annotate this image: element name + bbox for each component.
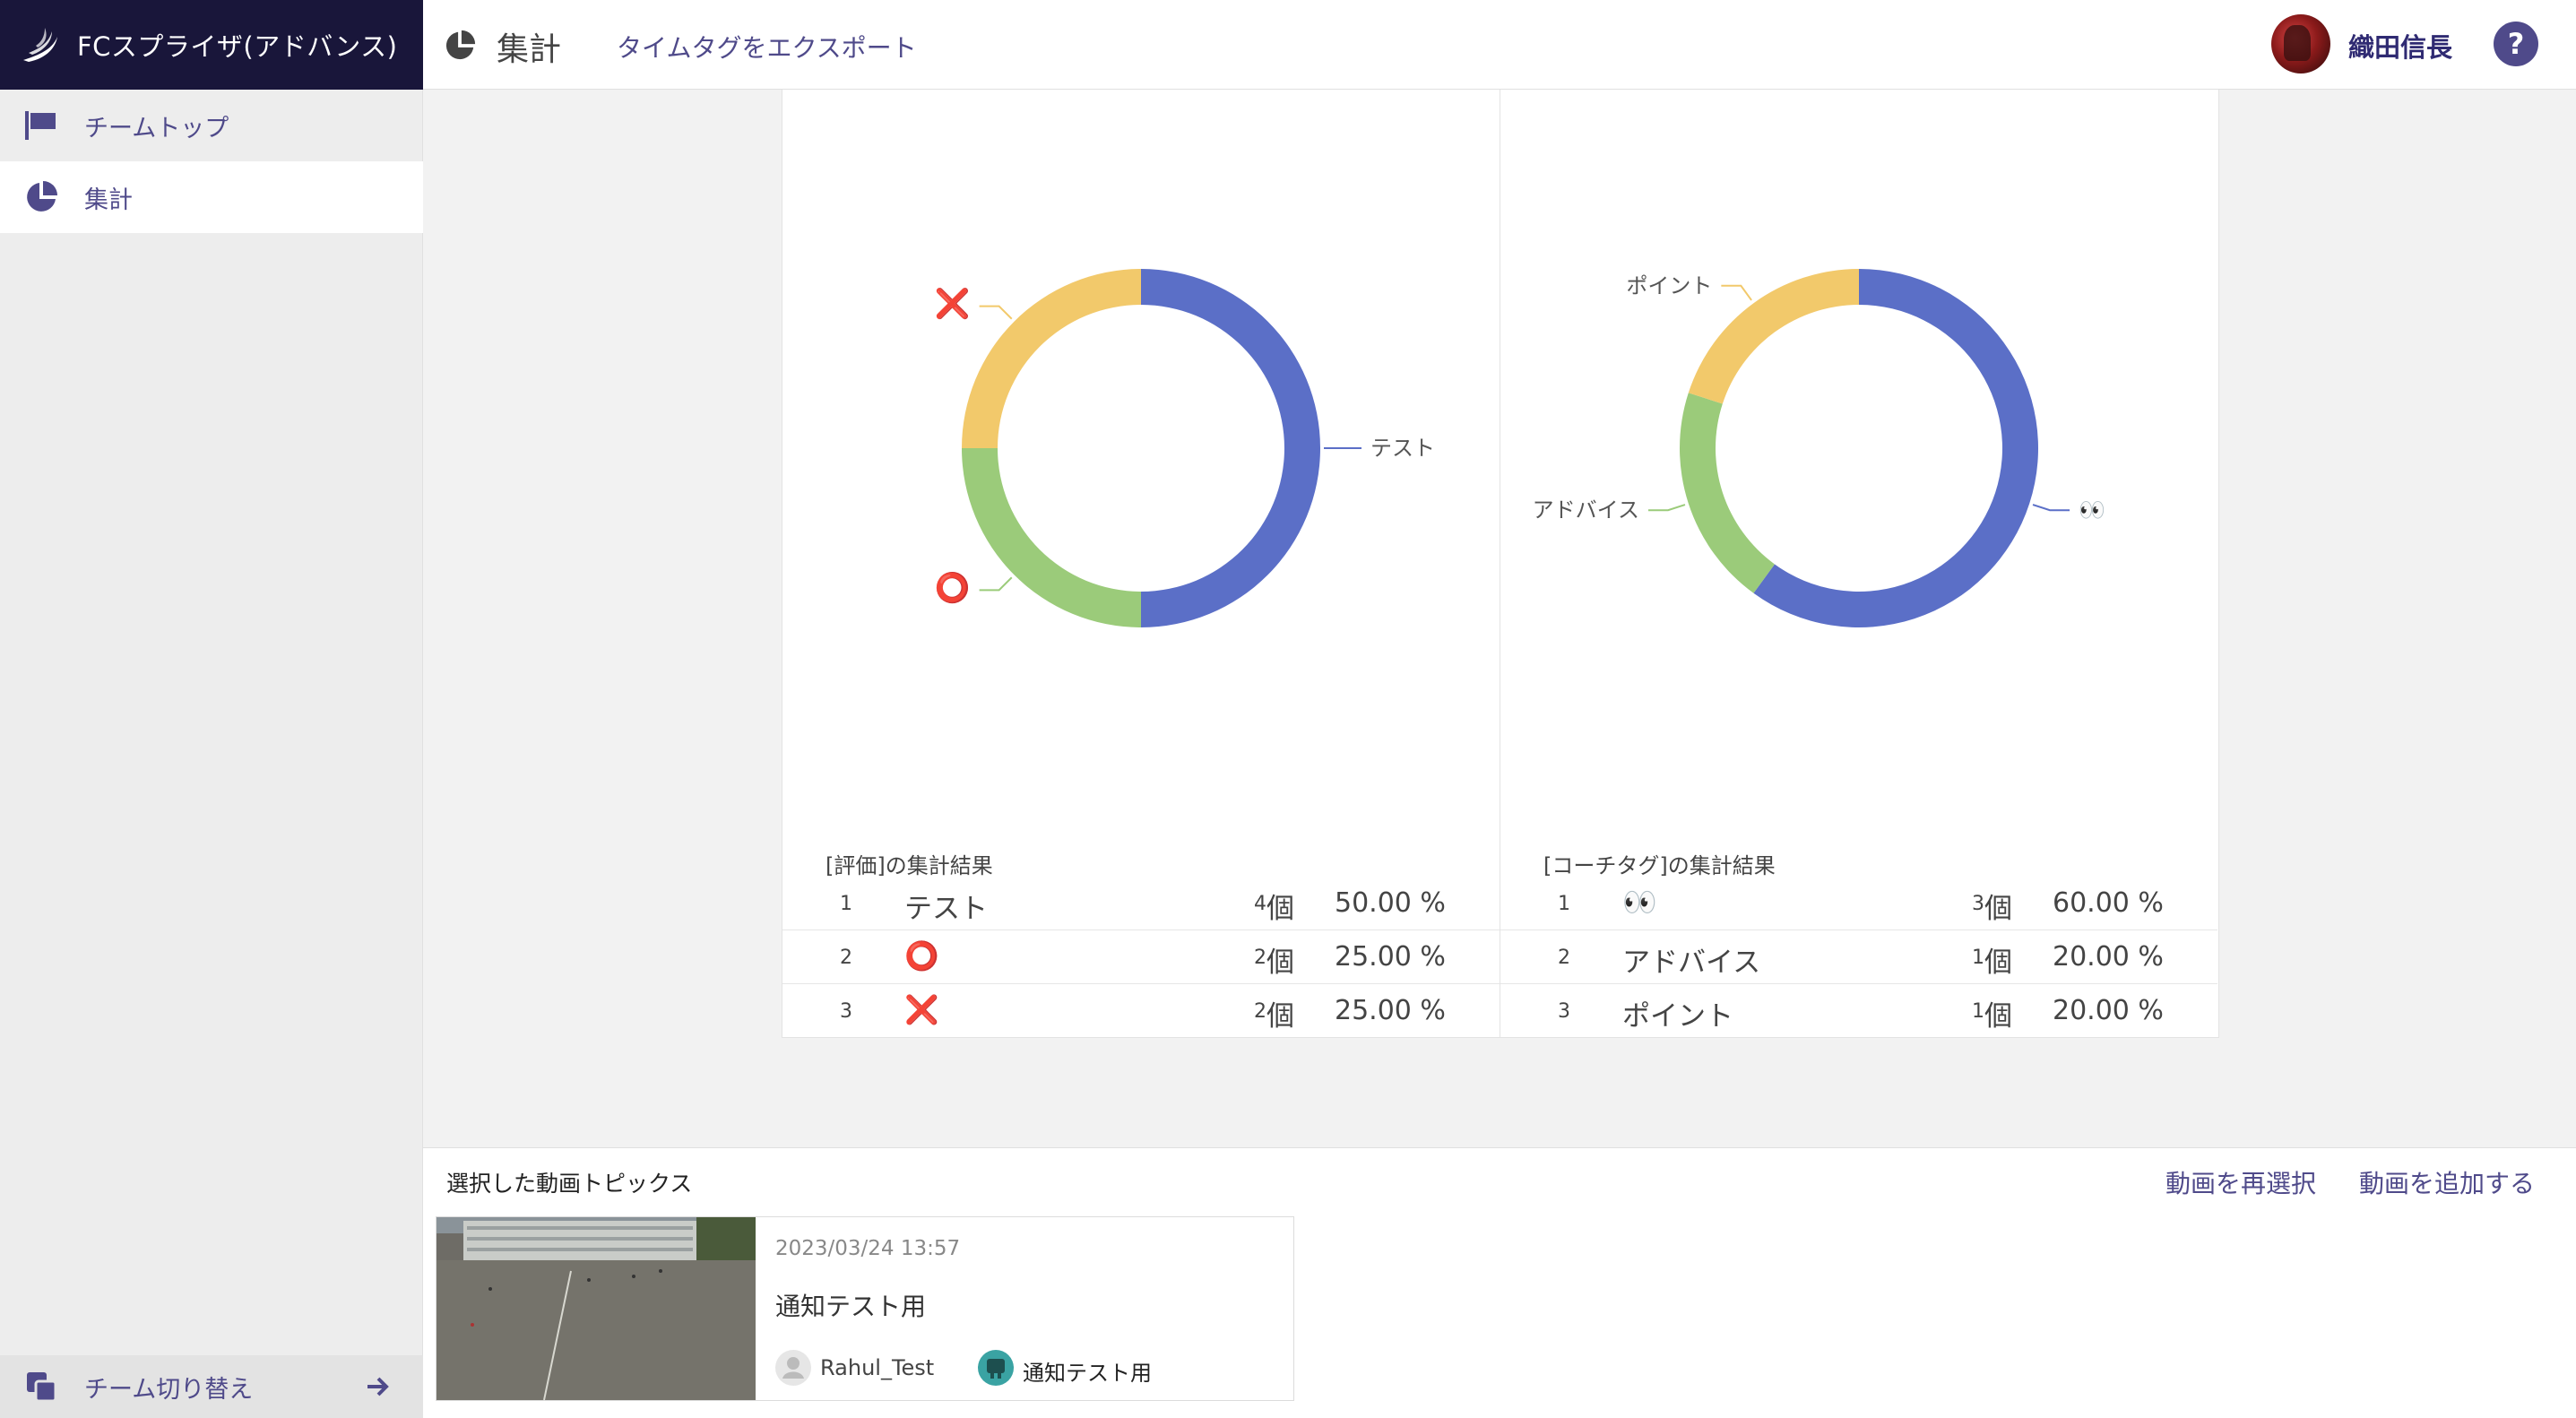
sidebar-item-team-top[interactable]: チームトップ <box>0 90 423 161</box>
percent: 20.00 % <box>2053 941 2164 973</box>
sidebar: FCスプライザ(アドバンス) チームトップ 集計 チーム切り替え <box>0 0 423 1418</box>
table-row: 2 ⭕ 2 個 25.00 % <box>782 930 1500 984</box>
rank: 2 <box>840 947 852 969</box>
rank: 2 <box>1558 947 1570 969</box>
rank: 1 <box>840 893 852 915</box>
table-row: 1 👀 3 個 60.00 % <box>1500 877 2217 930</box>
coach-tag-slice-label-3: ポイント <box>1626 273 1712 298</box>
rank: 1 <box>1558 893 1570 915</box>
video-group: 通知テスト用 <box>1023 1361 1152 1386</box>
percent: 20.00 % <box>2053 995 2164 1026</box>
evaluation-leader-3 <box>979 305 1013 320</box>
evaluation-slice-label-1: テスト <box>1370 436 1435 461</box>
table-row: 3 ポイント 1 個 20.00 % <box>1500 984 2217 1038</box>
video-thumbnail <box>437 1217 756 1400</box>
page-title: 集計 <box>497 31 562 68</box>
label: ポイント <box>1622 1000 1733 1033</box>
coach-tag-result-title: [コーチタグ]の集計結果 <box>1543 853 1776 878</box>
unit: 個 <box>1984 947 2012 979</box>
brand-bar[interactable]: FCスプライザ(アドバンス) <box>0 0 423 90</box>
summary-panel: テスト ⭕ ❌ 👀 アドバイス ポイント [評価]の集計結果 1 テスト 4 個 50.… <box>782 90 2219 1038</box>
evaluation-slice-2 <box>962 448 1141 627</box>
coach-tag-slice-3 <box>1688 269 1859 404</box>
pie-chart-icon <box>445 30 476 60</box>
count: 3 <box>1972 893 1984 915</box>
sidebar-item-summary[interactable]: 集計 <box>0 161 423 233</box>
coach-tag-leader-2 <box>1647 504 1686 512</box>
evaluation-slice-3 <box>962 269 1141 448</box>
video-date: 2023/03/24 13:57 <box>775 1237 961 1260</box>
count: 2 <box>1254 1000 1266 1023</box>
coach-tag-leader-3 <box>1721 284 1752 301</box>
coach-tag-donut-chart: 👀 アドバイス ポイント <box>1533 269 2105 628</box>
table-row: 3 ❌ 2 個 25.00 % <box>782 984 1500 1038</box>
coach-tag-result-table: 1 👀 3 個 60.00 % 2 アドバイス 1 個 20.00 % 3 ポイ… <box>1500 877 2217 1038</box>
coach-tag-slice-2 <box>1680 393 1775 593</box>
percent: 60.00 % <box>2053 887 2164 919</box>
unit: 個 <box>1984 893 2012 925</box>
label: 👀 <box>1622 886 1657 919</box>
sidebar-item-label: 集計 <box>84 186 133 214</box>
brand-name: FCスプライザ(アドバンス) <box>77 31 398 62</box>
brand-logo-icon <box>23 28 57 62</box>
video-user: Rahul_Test <box>820 1355 935 1380</box>
flag-icon <box>23 108 59 143</box>
coach-tag-slice-label-1: 👀 <box>2079 497 2105 523</box>
unit: 個 <box>1266 947 1294 979</box>
count: 2 <box>1254 947 1266 969</box>
rank: 3 <box>1558 1000 1570 1023</box>
user-icon <box>775 1350 811 1386</box>
coach-tag-slice-label-2: アドバイス <box>1533 497 1639 523</box>
sidebar-item-label: チームトップ <box>84 114 229 143</box>
export-timetag-link[interactable]: タイムタグをエクスポート <box>617 29 917 65</box>
evaluation-leader-2 <box>979 576 1013 592</box>
add-video-link[interactable]: 動画を追加する <box>2359 1164 2535 1200</box>
count: 1 <box>1972 947 1984 969</box>
unit: 個 <box>1266 1000 1294 1033</box>
help-button[interactable]: ? <box>2494 22 2538 66</box>
evaluation-slice-1 <box>1141 269 1320 627</box>
evaluation-donut-chart: テスト ⭕ ❌ <box>935 269 1435 627</box>
avatar[interactable] <box>2271 14 2330 73</box>
rank: 3 <box>840 1000 852 1023</box>
user-name[interactable]: 織田信長 <box>2348 27 2452 65</box>
percent: 25.00 % <box>1335 941 1446 973</box>
arrow-right-icon <box>367 1377 389 1396</box>
count: 4 <box>1254 893 1266 915</box>
table-row: 1 テスト 4 個 50.00 % <box>782 877 1500 930</box>
unit: 個 <box>1984 1000 2012 1033</box>
team-switch-button[interactable]: チーム切り替え <box>0 1355 423 1418</box>
percent: 25.00 % <box>1335 995 1446 1026</box>
evaluation-slice-label-3: ❌ <box>935 287 971 321</box>
team-switch-label: チーム切り替え <box>84 1375 254 1404</box>
label: ❌ <box>904 994 939 1026</box>
label: テスト <box>904 893 988 925</box>
selected-video-title: 選択した動画トピックス <box>446 1171 693 1197</box>
percent: 50.00 % <box>1335 887 1446 919</box>
coach-tag-slice-1 <box>1753 269 2038 628</box>
evaluation-result-table: 1 テスト 4 個 50.00 % 2 ⭕ 2 個 25.00 % 3 ❌ 2 … <box>782 877 1500 1038</box>
video-title: 通知テスト用 <box>775 1292 927 1321</box>
team-switch-icon <box>23 1369 59 1405</box>
header: 集計 タイムタグをエクスポート 織田信長 ? <box>423 0 2576 90</box>
group-icon <box>978 1350 1014 1386</box>
count: 1 <box>1972 1000 1984 1023</box>
coach-tag-leader-1 <box>2032 504 2070 512</box>
video-card[interactable]: 2023/03/24 13:57 通知テスト用 Rahul_Test 通知テスト… <box>436 1216 1294 1401</box>
pie-chart-icon <box>23 179 59 215</box>
selected-video-section: 選択した動画トピックス 動画を再選択 動画を追加する 2023/03/24 13… <box>423 1147 2576 1418</box>
table-row: 2 アドバイス 1 個 20.00 % <box>1500 930 2217 984</box>
label: ⭕ <box>904 940 939 973</box>
evaluation-slice-label-2: ⭕ <box>935 570 971 604</box>
evaluation-result-title: [評価]の集計結果 <box>826 853 993 878</box>
unit: 個 <box>1266 893 1294 925</box>
label: アドバイス <box>1622 947 1761 979</box>
reselect-video-link[interactable]: 動画を再選択 <box>2165 1164 2316 1200</box>
